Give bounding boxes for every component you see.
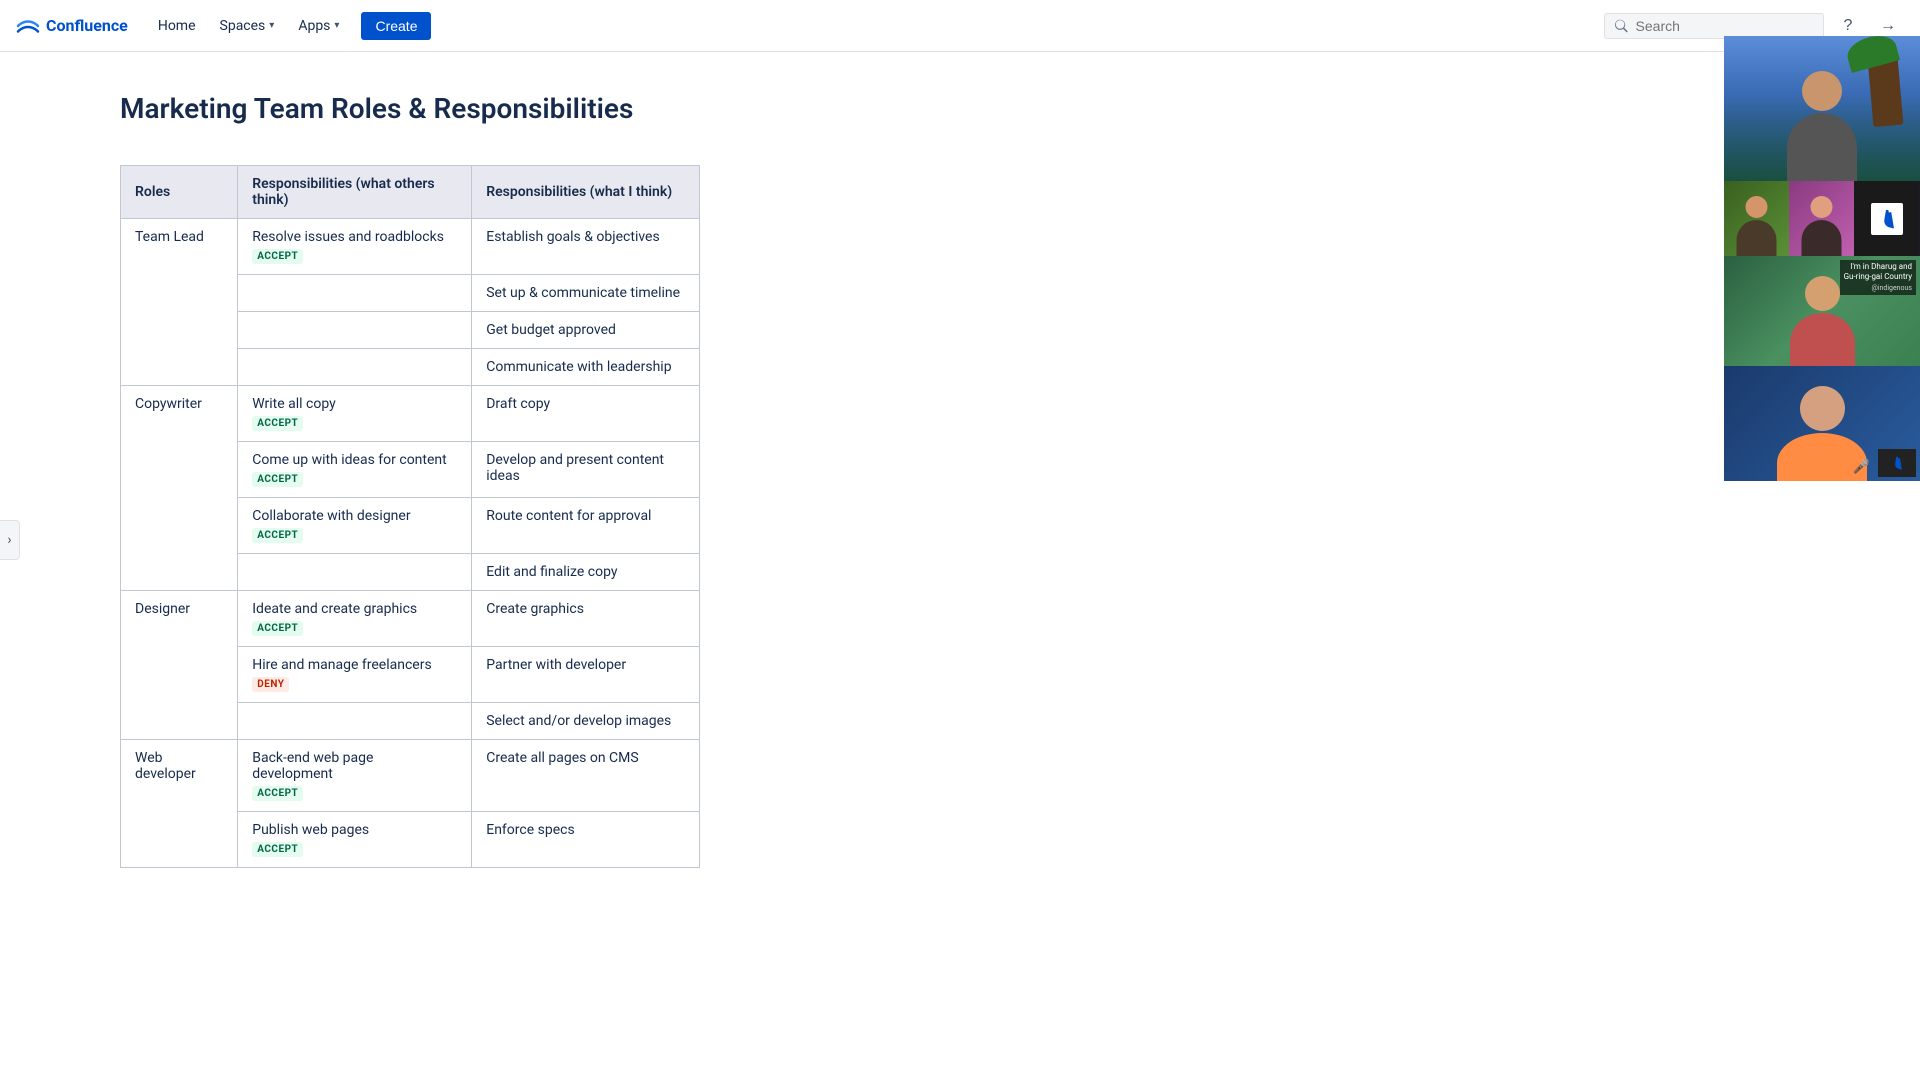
mine-cell: Partner with developer bbox=[472, 647, 700, 703]
video-country: I'm in Dharug andGu-ring-gai Country@ind… bbox=[1724, 256, 1920, 366]
nav-apps[interactable]: Apps ▾ bbox=[288, 12, 349, 40]
top-navigation: Confluence Home Spaces ▾ Apps ▾ Create ?… bbox=[0, 0, 1920, 52]
video-cell-1 bbox=[1724, 181, 1789, 256]
video-pip bbox=[1878, 449, 1916, 477]
table-row: DesignerIdeate and create graphicsACCEPT… bbox=[121, 591, 700, 647]
badge-accept: ACCEPT bbox=[252, 416, 303, 431]
col-others: Responsibilities (what others think) bbox=[238, 166, 472, 219]
others-cell: Publish web pagesACCEPT bbox=[238, 812, 472, 868]
video-bottom: 🎤 bbox=[1724, 366, 1920, 481]
page-title: Marketing Team Roles & Responsibilities bbox=[120, 92, 1180, 125]
others-cell: Hire and manage freelancersDENY bbox=[238, 647, 472, 703]
others-cell: Ideate and create graphicsACCEPT bbox=[238, 591, 472, 647]
others-cell: Come up with ideas for contentACCEPT bbox=[238, 442, 472, 498]
others-cell: Back-end web page developmentACCEPT bbox=[238, 740, 472, 812]
create-button[interactable]: Create bbox=[361, 12, 431, 40]
spaces-chevron-icon: ▾ bbox=[269, 20, 274, 31]
mine-cell: Edit and finalize copy bbox=[472, 554, 700, 591]
others-cell: Resolve issues and roadblocksACCEPT bbox=[238, 219, 472, 275]
badge-accept: ACCEPT bbox=[252, 528, 303, 543]
col-mine: Responsibilities (what I think) bbox=[472, 166, 700, 219]
others-cell-empty bbox=[238, 349, 472, 386]
col-roles: Roles bbox=[121, 166, 238, 219]
role-cell: Copywriter bbox=[121, 386, 238, 591]
mine-cell: Create all pages on CMS bbox=[472, 740, 700, 812]
others-cell-empty bbox=[238, 312, 472, 349]
mine-cell: Establish goals & objectives bbox=[472, 219, 700, 275]
others-cell-empty bbox=[238, 275, 472, 312]
badge-accept: ACCEPT bbox=[252, 249, 303, 264]
nav-spaces[interactable]: Spaces ▾ bbox=[210, 12, 285, 40]
role-cell: Web developer bbox=[121, 740, 238, 868]
video-row-1 bbox=[1724, 181, 1920, 256]
role-cell: Team Lead bbox=[121, 219, 238, 386]
apps-chevron-icon: ▾ bbox=[334, 20, 339, 31]
table-row: CopywriterWrite all copyACCEPTDraft copy bbox=[121, 386, 700, 442]
nav-home[interactable]: Home bbox=[148, 12, 206, 40]
mine-cell: Draft copy bbox=[472, 386, 700, 442]
video-cell-atlassian bbox=[1854, 181, 1919, 256]
mine-cell: Route content for approval bbox=[472, 498, 700, 554]
others-cell: Write all copyACCEPT bbox=[238, 386, 472, 442]
nav-items: Home Spaces ▾ Apps ▾ Create bbox=[148, 12, 432, 40]
table-row: Web developerBack-end web page developme… bbox=[121, 740, 700, 812]
badge-deny: DENY bbox=[252, 677, 289, 692]
mine-cell: Develop and present content ideas bbox=[472, 442, 700, 498]
badge-accept: ACCEPT bbox=[252, 472, 303, 487]
mic-icon: 🎤 bbox=[1853, 459, 1870, 475]
role-cell: Designer bbox=[121, 591, 238, 740]
video-main bbox=[1724, 36, 1920, 181]
table-header-row: Roles Responsibilities (what others thin… bbox=[121, 166, 700, 219]
roles-table: Roles Responsibilities (what others thin… bbox=[120, 165, 700, 868]
search-icon bbox=[1615, 19, 1628, 33]
video-cell-2 bbox=[1789, 181, 1854, 256]
table-row: Team LeadResolve issues and roadblocksAC… bbox=[121, 219, 700, 275]
mine-cell: Select and/or develop images bbox=[472, 703, 700, 740]
mine-cell: Communicate with leadership bbox=[472, 349, 700, 386]
search-input[interactable] bbox=[1636, 18, 1813, 34]
sidebar-toggle[interactable]: › bbox=[0, 520, 20, 560]
logo-text: Confluence bbox=[46, 16, 128, 35]
video-panel: I'm in Dharug andGu-ring-gai Country@ind… bbox=[1724, 36, 1920, 481]
main-content: Marketing Team Roles & Responsibilities … bbox=[0, 52, 1260, 908]
badge-accept: ACCEPT bbox=[252, 842, 303, 857]
mine-cell: Enforce specs bbox=[472, 812, 700, 868]
badge-accept: ACCEPT bbox=[252, 786, 303, 801]
search-box[interactable] bbox=[1604, 13, 1824, 39]
others-cell: Collaborate with designerACCEPT bbox=[238, 498, 472, 554]
others-cell-empty bbox=[238, 554, 472, 591]
mine-cell: Create graphics bbox=[472, 591, 700, 647]
mine-cell: Get budget approved bbox=[472, 312, 700, 349]
mine-cell: Set up & communicate timeline bbox=[472, 275, 700, 312]
badge-accept: ACCEPT bbox=[252, 621, 303, 636]
confluence-logo[interactable]: Confluence bbox=[16, 14, 128, 38]
others-cell-empty bbox=[238, 703, 472, 740]
